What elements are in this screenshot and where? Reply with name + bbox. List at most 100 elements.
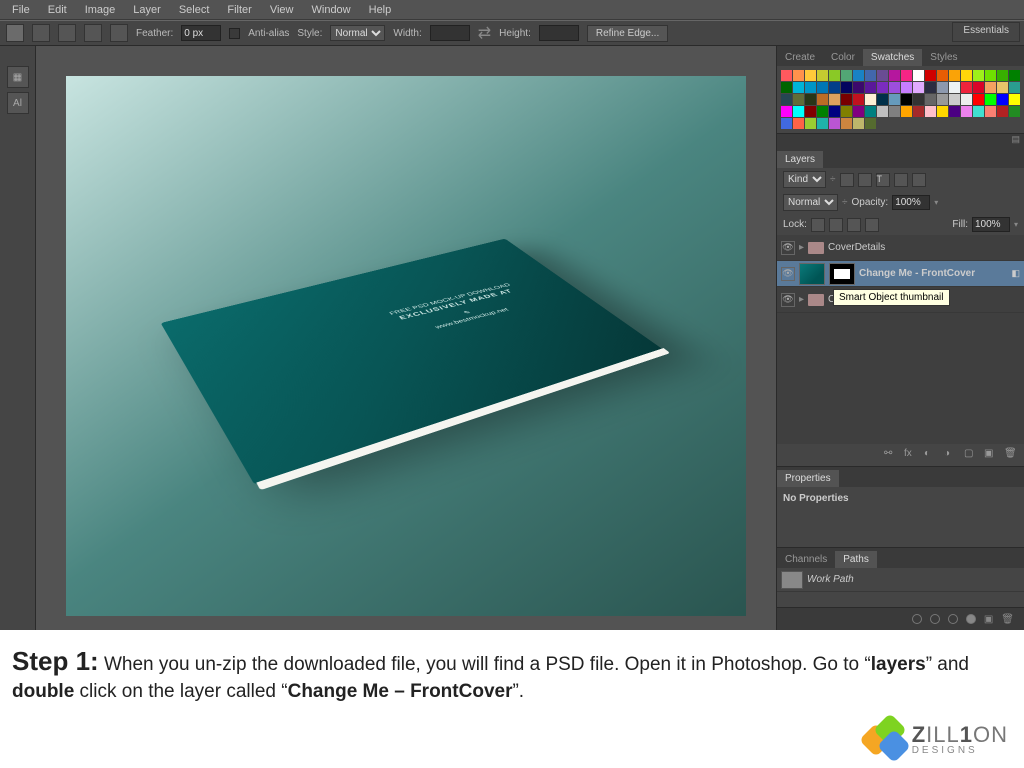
height-input[interactable] (539, 25, 579, 41)
canvas-area[interactable]: FREE PSD MOCK-UP DOWNLOAD EXCLUSIVELY MA… (36, 46, 776, 630)
layer-mask-icon[interactable]: ◐ (924, 448, 938, 462)
swatch[interactable] (1009, 82, 1020, 93)
swatch[interactable] (973, 70, 984, 81)
swatch[interactable] (889, 70, 900, 81)
refine-edge-button[interactable]: Refine Edge... (587, 25, 668, 42)
filter-shape-icon[interactable] (894, 173, 908, 187)
tab-swatches[interactable]: Swatches (863, 49, 922, 66)
swatch[interactable] (853, 70, 864, 81)
opacity-input[interactable] (892, 195, 930, 210)
swatch[interactable] (841, 82, 852, 93)
swatch[interactable] (997, 82, 1008, 93)
swatch[interactable] (841, 70, 852, 81)
swatch[interactable] (997, 94, 1008, 105)
panel-menu-icon[interactable]: ▤ (1011, 134, 1020, 148)
character-panel-icon[interactable]: Al (7, 92, 29, 114)
swatch[interactable] (877, 106, 888, 117)
swatch[interactable] (793, 106, 804, 117)
layer-kind-select[interactable]: Kind (783, 171, 826, 188)
swatch[interactable] (793, 82, 804, 93)
visibility-icon[interactable]: 👁 (781, 267, 795, 281)
swatch[interactable] (817, 94, 828, 105)
swatch[interactable] (1009, 70, 1020, 81)
swatch[interactable] (817, 118, 828, 129)
swatch[interactable] (925, 70, 936, 81)
swatch[interactable] (805, 118, 816, 129)
new-group-icon[interactable]: ▢ (964, 448, 978, 462)
menu-filter[interactable]: Filter (219, 2, 259, 18)
swatch[interactable] (829, 70, 840, 81)
swatch[interactable] (913, 94, 924, 105)
swatch[interactable] (829, 94, 840, 105)
layer-fx-icon[interactable]: fx (904, 448, 918, 462)
collapsed-panel-icon[interactable]: ▦ (7, 66, 29, 88)
menu-select[interactable]: Select (171, 2, 218, 18)
antialias-checkbox[interactable] (229, 28, 240, 39)
swatch[interactable] (853, 94, 864, 105)
icon-intersect-selection[interactable] (110, 24, 128, 42)
tab-properties[interactable]: Properties (777, 470, 839, 487)
swatch[interactable] (985, 82, 996, 93)
style-select[interactable]: Normal (330, 25, 385, 41)
swatch[interactable] (985, 70, 996, 81)
swatch[interactable] (877, 94, 888, 105)
layer-mask-thumbnail[interactable] (829, 263, 855, 285)
menu-file[interactable]: File (4, 2, 38, 18)
path-row[interactable]: Work Path (777, 568, 1024, 592)
tab-color[interactable]: Color (823, 49, 863, 66)
workspace-switcher[interactable]: Essentials (952, 22, 1020, 42)
swatch[interactable] (913, 82, 924, 93)
swatch[interactable] (901, 94, 912, 105)
swatch[interactable] (889, 106, 900, 117)
swatch[interactable] (781, 118, 792, 129)
swatch[interactable] (793, 94, 804, 105)
tab-channels[interactable]: Channels (777, 551, 835, 568)
new-layer-icon[interactable]: ▣ (984, 448, 998, 462)
menu-edit[interactable]: Edit (40, 2, 75, 18)
swatch[interactable] (925, 106, 936, 117)
swatch[interactable] (997, 106, 1008, 117)
swatch[interactable] (865, 118, 876, 129)
swatch[interactable] (865, 106, 876, 117)
smart-object-thumbnail[interactable] (799, 263, 825, 285)
swatch[interactable] (961, 106, 972, 117)
swatch[interactable] (1009, 94, 1020, 105)
swatch[interactable] (937, 70, 948, 81)
swatch[interactable] (853, 118, 864, 129)
filter-pixel-icon[interactable] (840, 173, 854, 187)
dot-icon[interactable] (966, 614, 976, 624)
swatch[interactable] (841, 94, 852, 105)
lock-position-icon[interactable] (847, 218, 861, 232)
swatch[interactable] (913, 70, 924, 81)
swatch[interactable] (901, 70, 912, 81)
width-input[interactable] (430, 25, 470, 41)
feather-input[interactable] (181, 25, 221, 41)
swatch[interactable] (949, 94, 960, 105)
swatch[interactable] (829, 106, 840, 117)
swatch[interactable] (793, 70, 804, 81)
swatch[interactable] (865, 82, 876, 93)
swatch[interactable] (949, 82, 960, 93)
swatch[interactable] (877, 82, 888, 93)
swatch[interactable] (925, 82, 936, 93)
swatch[interactable] (853, 106, 864, 117)
swatch[interactable] (841, 106, 852, 117)
visibility-icon[interactable]: 👁 (781, 293, 795, 307)
swatch[interactable] (961, 82, 972, 93)
marquee-tool-icon[interactable] (6, 24, 24, 42)
icon-new-selection[interactable] (32, 24, 50, 42)
swatch[interactable] (829, 82, 840, 93)
swatch[interactable] (925, 94, 936, 105)
swatch[interactable] (829, 118, 840, 129)
layer-row-frontcover[interactable]: 👁 Change Me - FrontCover ◧ (777, 261, 1024, 287)
swatch[interactable] (961, 70, 972, 81)
adjustment-layer-icon[interactable]: ◑ (944, 448, 958, 462)
tab-layers[interactable]: Layers (777, 151, 823, 168)
swatch[interactable] (901, 106, 912, 117)
swatch[interactable] (901, 82, 912, 93)
swatch[interactable] (781, 82, 792, 93)
swatch[interactable] (889, 82, 900, 93)
tab-styles[interactable]: Styles (922, 49, 965, 66)
trash-icon[interactable]: 🗑 (1001, 614, 1014, 625)
swatch[interactable] (805, 94, 816, 105)
